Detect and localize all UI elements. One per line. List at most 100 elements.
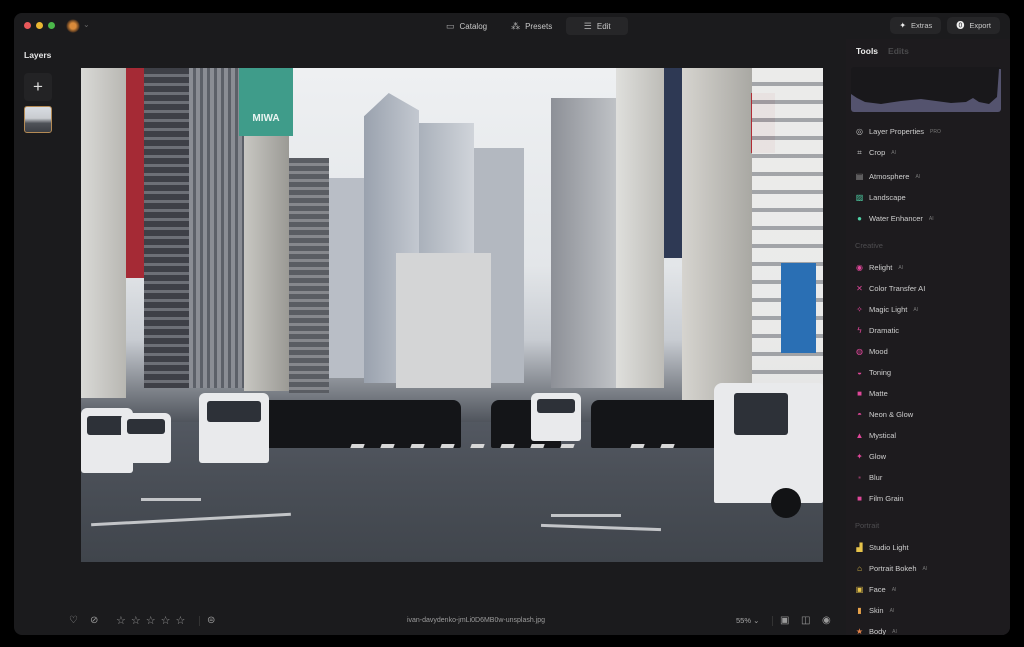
tool-relight[interactable]: ◉ Relight AI — [855, 257, 1005, 278]
maximize-window-button[interactable] — [48, 22, 55, 29]
tool-label: Magic Light — [869, 305, 908, 314]
building — [244, 136, 289, 391]
tool-portrait-bokeh[interactable]: ⌂ Portrait Bokeh AI — [855, 558, 1005, 579]
window-controls — [24, 22, 55, 29]
tool-landscape[interactable]: ▨ Landscape — [855, 187, 1005, 208]
sign-text: MIWA — [252, 113, 280, 124]
tab-edits[interactable]: Edits — [888, 46, 909, 56]
tool-body[interactable]: ★ Body AI — [855, 621, 1005, 635]
tool-label: Studio Light — [869, 543, 909, 552]
tool-skin[interactable]: ▮ Skin AI — [855, 600, 1005, 621]
pedestrians — [591, 400, 731, 448]
plus-icon: + — [33, 77, 43, 96]
eye-icon[interactable]: ◉ — [822, 615, 831, 626]
tool-color-transfer-ai[interactable]: ✕ Color Transfer AI — [855, 278, 1005, 299]
nav-presets[interactable]: ⁂ Presets — [501, 17, 562, 35]
extras-button[interactable]: ✦ Extras — [890, 17, 942, 34]
tool-mood[interactable]: ◍ Mood — [855, 341, 1005, 362]
tool-toning[interactable]: ◒ Toning — [855, 362, 1005, 383]
export-button[interactable]: ⓿ Export — [947, 17, 1000, 34]
pedestrians — [261, 400, 461, 448]
tool-badge: AI — [892, 628, 897, 635]
tool-label: Toning — [869, 368, 892, 377]
tool-badge: AI — [889, 607, 895, 614]
studio-light-icon: ▟ — [856, 542, 863, 552]
tool-neon-glow[interactable]: ◓ Neon & Glow — [855, 404, 1005, 425]
tool-layer-properties[interactable]: ◎ Layer Properties PRO — [855, 121, 1005, 142]
lane-marking — [551, 514, 621, 517]
face-icon: ▣ — [855, 584, 864, 594]
tool-label: Glow — [869, 452, 887, 461]
add-layer-button[interactable]: + — [24, 73, 52, 101]
tool-label: Matte — [869, 389, 888, 398]
tool-matte[interactable]: ■ Matte — [855, 383, 1005, 404]
tool-film-grain[interactable]: ■ Film Grain — [855, 488, 1005, 509]
relight-icon: ◉ — [856, 262, 863, 272]
plus-sparkle-icon: ✦ — [899, 21, 907, 30]
building — [81, 68, 126, 398]
tool-mystical[interactable]: ▲ Mystical — [855, 425, 1005, 446]
close-window-button[interactable] — [24, 22, 31, 29]
tool-studio-light[interactable]: ▟ Studio Light — [855, 537, 1005, 558]
tool-label: Dramatic — [869, 326, 900, 335]
export-icon: ⓿ — [956, 21, 965, 30]
compare-icon[interactable]: ◫ — [801, 615, 810, 626]
water-drop-icon: ● — [857, 213, 862, 223]
magic-light-icon: ✧ — [856, 304, 863, 314]
tool-glow[interactable]: ✦ Glow — [855, 446, 1005, 467]
tool-badge: AI — [928, 215, 934, 222]
folder-icon: ▭ — [446, 20, 455, 31]
minimize-window-button[interactable] — [36, 22, 43, 29]
tab-tools[interactable]: Tools — [856, 46, 878, 56]
color-transfer-icon: ✕ — [856, 283, 863, 293]
matte-icon: ■ — [857, 388, 862, 398]
building — [396, 253, 491, 388]
tool-label: Film Grain — [869, 494, 904, 503]
tool-label: Blur — [869, 473, 883, 482]
tool-badge: PRO — [930, 128, 941, 135]
tool-label: Face — [869, 585, 886, 594]
nav-edit[interactable]: ☰ Edit — [566, 17, 629, 35]
photo-canvas[interactable]: MIWA — [81, 68, 823, 562]
layer-thumbnail[interactable] — [24, 106, 52, 133]
tool-face[interactable]: ▣ Face AI — [855, 579, 1005, 600]
zoom-level-select[interactable]: 55% ⌄ — [736, 616, 759, 625]
tool-badge: AI — [891, 586, 897, 593]
tool-crop[interactable]: ⌗ Crop AI — [855, 142, 1005, 163]
chevron-down-icon[interactable]: ⌄ — [83, 20, 90, 29]
filmstrip-icon[interactable]: ▣ — [780, 615, 789, 626]
tool-label: Relight — [869, 263, 893, 272]
layers-title: Layers — [24, 50, 52, 60]
tool-badge: AI — [891, 149, 896, 156]
skyscraper — [329, 178, 364, 378]
nav-catalog[interactable]: ▭ Catalog — [436, 17, 497, 35]
crosswalk-stripe — [660, 444, 675, 448]
divider — [772, 616, 773, 626]
tool-dramatic[interactable]: ϟ Dramatic — [855, 320, 1005, 341]
crosswalk-stripe — [410, 444, 425, 448]
nav-label: Presets — [525, 21, 553, 31]
extras-label: Extras — [911, 21, 933, 30]
layers-icon: ◎ — [856, 126, 863, 136]
sign-miwa: MIWA — [239, 68, 293, 136]
sliders-icon: ☰ — [583, 20, 592, 31]
sign-blue — [781, 263, 816, 353]
tool-blur[interactable]: ▪ Blur — [855, 467, 1005, 488]
tool-water-enhancer[interactable]: ● Water Enhancer AI — [855, 208, 1005, 229]
crosswalk-stripe — [440, 444, 455, 448]
sun-icon[interactable] — [66, 19, 80, 33]
tool-label: Mood — [869, 347, 888, 356]
tool-magic-light[interactable]: ✧ Magic Light AI — [855, 299, 1005, 320]
nav-label: Catalog — [459, 21, 488, 31]
building — [289, 158, 329, 393]
crosswalk-stripe — [530, 444, 545, 448]
mystical-icon: ▲ — [855, 430, 864, 440]
neon-icon: ◓ — [857, 409, 862, 419]
lane-marking — [141, 498, 201, 501]
tool-label: Layer Properties — [869, 127, 925, 136]
tool-label: Water Enhancer — [869, 214, 923, 223]
tool-atmosphere[interactable]: ▤ Atmosphere AI — [855, 166, 1005, 187]
zoom-level-value: 55% — [736, 616, 752, 625]
building — [682, 68, 752, 403]
building — [189, 68, 244, 388]
